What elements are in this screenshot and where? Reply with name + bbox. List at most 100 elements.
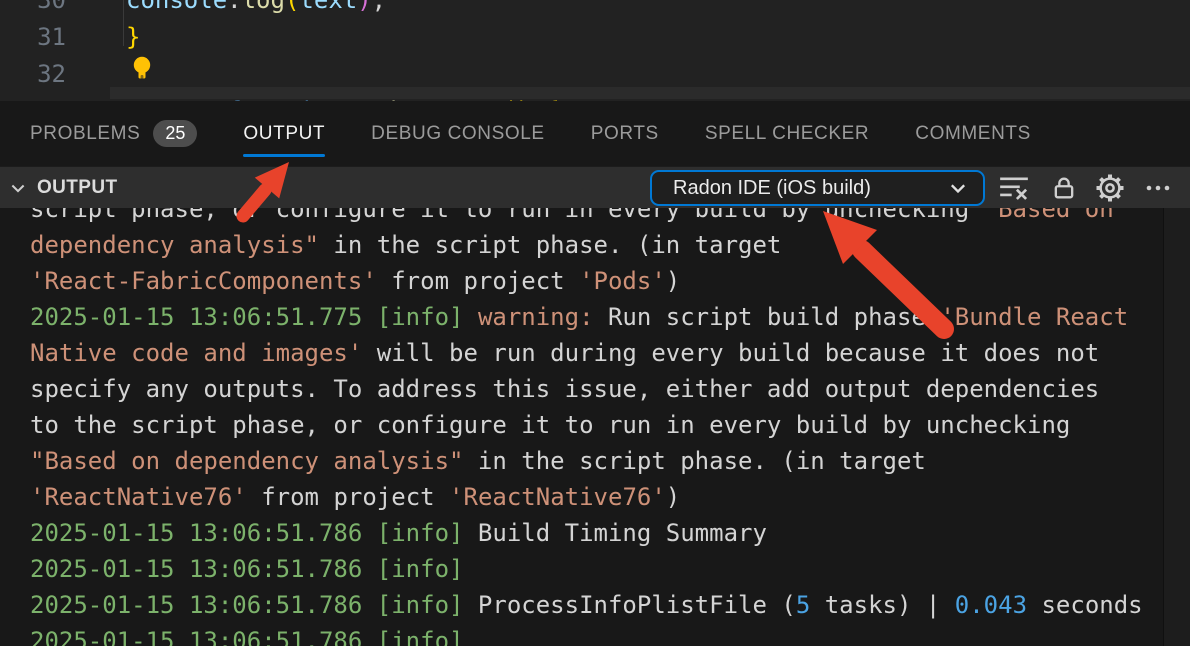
text-segment: ) xyxy=(666,267,680,295)
lightbulb-icon[interactable] xyxy=(131,55,155,83)
tab-label: PORTS xyxy=(591,123,659,145)
text-segment: warning: xyxy=(478,303,594,331)
code-text: export function MainScreen() { xyxy=(126,93,560,101)
text-segment: from project xyxy=(247,483,449,511)
gear-icon xyxy=(1095,173,1125,203)
text-segment: 2025-01-15 13:06:51.786 xyxy=(30,627,377,646)
output-channel-value: Radon IDE (iOS build) xyxy=(673,177,871,200)
clear-output-button[interactable] xyxy=(998,172,1030,204)
log-line: 2025-01-15 13:06:51.786 [info] Build Tim… xyxy=(30,515,1170,551)
log-line: "Based on dependency analysis" in the sc… xyxy=(30,443,1170,479)
line-number: 33 xyxy=(0,93,66,101)
code-text: } xyxy=(126,19,140,56)
more-actions-button[interactable] xyxy=(1142,172,1174,204)
text-segment: 'React-FabricComponents' xyxy=(30,267,377,295)
text-segment: console xyxy=(126,0,227,14)
tab-label: COMMENTS xyxy=(915,123,1031,145)
text-segment: to the script phase, or configure it to … xyxy=(30,411,1070,439)
text-segment: 5 xyxy=(796,591,810,619)
text-segment: ( xyxy=(285,0,299,14)
text-segment: ; xyxy=(372,0,386,14)
tab-debug-console[interactable]: DEBUG CONSOLE xyxy=(371,101,545,166)
text-segment: } xyxy=(126,23,140,51)
editor-line-32: 32 xyxy=(0,56,1190,93)
output-log: script phase, or configure it to run in … xyxy=(30,191,1170,646)
problems-count-badge: 25 xyxy=(153,120,197,147)
vscode-window: 30console.log(text);31}3233export functi… xyxy=(0,0,1190,646)
tab-label: PROBLEMS xyxy=(30,123,140,145)
text-segment: [info] xyxy=(377,627,464,646)
text-segment: 'ReactNative76' xyxy=(30,483,247,511)
line-number: 30 xyxy=(0,0,66,19)
code-editor: 30console.log(text);31}3233export functi… xyxy=(0,0,1190,101)
text-segment: ) xyxy=(666,483,680,511)
text-segment: [info] xyxy=(377,555,464,583)
log-line: dependency analysis" in the script phase… xyxy=(30,227,1170,263)
text-segment: "Based on dependency analysis" xyxy=(30,447,463,475)
log-line: specify any outputs. To address this iss… xyxy=(30,371,1170,407)
text-segment: 'Bundle React xyxy=(940,303,1128,331)
text-segment: 'ReactNative76' xyxy=(449,483,666,511)
log-line: Native code and images' will be run duri… xyxy=(30,335,1170,371)
output-settings-button[interactable] xyxy=(1094,172,1126,204)
line-number: 32 xyxy=(0,56,66,93)
log-line: 2025-01-15 13:06:51.786 [info] xyxy=(30,551,1170,587)
lock-autoscroll-button[interactable] xyxy=(1048,172,1080,204)
tab-problems[interactable]: PROBLEMS 25 xyxy=(30,101,197,166)
text-segment: 0.043 xyxy=(955,591,1027,619)
clear-output-icon xyxy=(999,173,1029,203)
editor-line-30: 30 console.log(text); xyxy=(0,0,1190,19)
text-segment: tasks) | xyxy=(810,591,955,619)
text-segment: will be run during every build because i… xyxy=(362,339,1099,367)
text-segment xyxy=(463,303,477,331)
text-segment: . xyxy=(227,0,241,14)
text-segment: 2025-01-15 13:06:51.786 xyxy=(30,519,377,547)
output-panel-header: OUTPUT Radon IDE (iOS build) xyxy=(0,166,1190,208)
text-segment: seconds xyxy=(1027,591,1143,619)
log-scrollbar[interactable] xyxy=(1163,208,1190,646)
text-segment: 2025-01-15 13:06:51.786 xyxy=(30,591,377,619)
text-segment: dependency analysis" xyxy=(30,231,319,259)
text-segment: from project xyxy=(377,267,579,295)
text-segment: in the script phase. (in target xyxy=(463,447,925,475)
editor-line-31: 31} xyxy=(0,19,1190,56)
text-segment: ProcessInfoPlistFile ( xyxy=(463,591,795,619)
tab-label: OUTPUT xyxy=(243,123,325,145)
output-panel-title: OUTPUT xyxy=(37,177,118,199)
lock-icon xyxy=(1050,174,1078,202)
tab-spell-checker[interactable]: SPELL CHECKER xyxy=(705,101,869,166)
text-segment: [info] xyxy=(377,591,464,619)
log-line: 2025-01-15 13:06:51.786 [info] xyxy=(30,623,1170,646)
text-segment: specify any outputs. To address this iss… xyxy=(30,375,1099,403)
text-segment: Build Timing Summary xyxy=(463,519,766,547)
log-line: 2025-01-15 13:06:51.775 [info] warning: … xyxy=(30,299,1170,335)
text-segment: Run script build phase xyxy=(594,303,941,331)
text-segment: 2025-01-15 13:06:51.775 xyxy=(30,303,377,331)
tab-ports[interactable]: PORTS xyxy=(591,101,659,166)
tab-label: DEBUG CONSOLE xyxy=(371,123,545,145)
tab-label: SPELL CHECKER xyxy=(705,123,869,145)
text-segment: in the script phase. (in target xyxy=(319,231,781,259)
tab-output[interactable]: OUTPUT xyxy=(243,101,325,166)
log-line: 'React-FabricComponents' from project 'P… xyxy=(30,263,1170,299)
chevron-down-icon xyxy=(947,177,969,199)
code-text: console.log(text); xyxy=(126,0,386,19)
panel-tab-bar: PROBLEMS 25 OUTPUT DEBUG CONSOLE PORTS SPELL … xyxy=(0,101,1190,166)
text-segment: log xyxy=(242,0,285,14)
text-segment: 'Pods' xyxy=(579,267,666,295)
text-segment: [info] xyxy=(377,303,464,331)
tab-comments[interactable]: COMMENTS xyxy=(915,101,1031,166)
text-segment: ) xyxy=(357,0,371,14)
text-segment: [info] xyxy=(377,519,464,547)
chevron-down-icon[interactable] xyxy=(8,178,28,198)
text-segment: Native code and images' xyxy=(30,339,362,367)
output-channel-dropdown[interactable]: Radon IDE (iOS build) xyxy=(650,170,985,206)
log-line: to the script phase, or configure it to … xyxy=(30,407,1170,443)
text-segment: 2025-01-15 13:06:51.786 xyxy=(30,555,377,583)
line-number: 31 xyxy=(0,19,66,56)
log-line: 2025-01-15 13:06:51.786 [info] ProcessIn… xyxy=(30,587,1170,623)
log-line: 'ReactNative76' from project 'ReactNativ… xyxy=(30,479,1170,515)
editor-line-33: 33 export function MainScreen() { xyxy=(0,93,1190,101)
text-segment: text xyxy=(299,0,357,14)
ellipsis-icon xyxy=(1143,173,1173,203)
